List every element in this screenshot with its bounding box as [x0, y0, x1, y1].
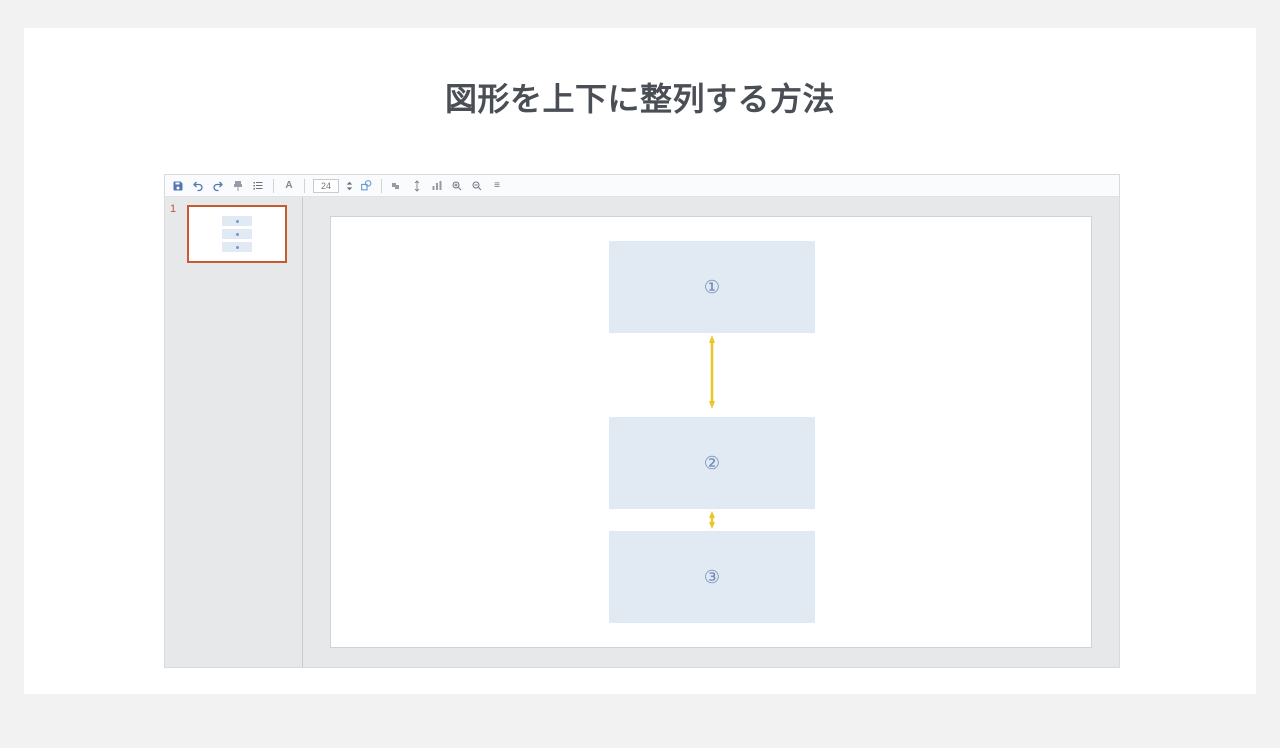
- shape-box-2[interactable]: ②: [609, 417, 815, 509]
- vertical-spacing-arrow-icon: [709, 335, 715, 409]
- shapes-icon[interactable]: [359, 179, 373, 193]
- redo-icon[interactable]: [211, 179, 225, 193]
- thumbnail-preview: [187, 205, 287, 263]
- align-vertical-icon[interactable]: [410, 179, 424, 193]
- page-card: 図形を上下に整列する方法 A 24: [24, 28, 1256, 694]
- font-color-icon[interactable]: A: [282, 179, 296, 193]
- toolbar: A 24 ≡: [165, 175, 1119, 197]
- presentation-app-window: A 24 ≡: [164, 174, 1120, 668]
- slide[interactable]: ① ② ③: [330, 216, 1092, 648]
- slide-thumbnails-panel: 1: [165, 197, 303, 667]
- zoom-in-icon[interactable]: [450, 179, 464, 193]
- format-painter-icon[interactable]: [231, 179, 245, 193]
- shape-label: ①: [704, 277, 720, 298]
- list-icon[interactable]: [251, 179, 265, 193]
- shape-label: ③: [704, 567, 720, 588]
- shape-box-1[interactable]: ①: [609, 241, 815, 333]
- chart-icon[interactable]: [430, 179, 444, 193]
- toolbar-separator: [304, 179, 305, 193]
- slide-thumbnail[interactable]: 1: [175, 205, 292, 263]
- shape-box-3[interactable]: ③: [609, 531, 815, 623]
- toolbar-separator: [273, 179, 274, 193]
- save-icon[interactable]: [171, 179, 185, 193]
- font-size-input[interactable]: 24: [313, 179, 339, 193]
- zoom-out-icon[interactable]: [470, 179, 484, 193]
- slide-number: 1: [170, 203, 176, 215]
- font-size-stepper-icon[interactable]: [345, 179, 353, 193]
- arrange-icon[interactable]: [390, 179, 404, 193]
- shape-label: ②: [704, 453, 720, 474]
- app-body: 1 ①: [165, 197, 1119, 667]
- more-icon[interactable]: ≡: [490, 179, 504, 193]
- page-title: 図形を上下に整列する方法: [24, 28, 1256, 120]
- slide-canvas-area: ① ② ③: [303, 197, 1119, 667]
- vertical-spacing-arrow-icon: [709, 511, 715, 529]
- toolbar-separator: [381, 179, 382, 193]
- undo-icon[interactable]: [191, 179, 205, 193]
